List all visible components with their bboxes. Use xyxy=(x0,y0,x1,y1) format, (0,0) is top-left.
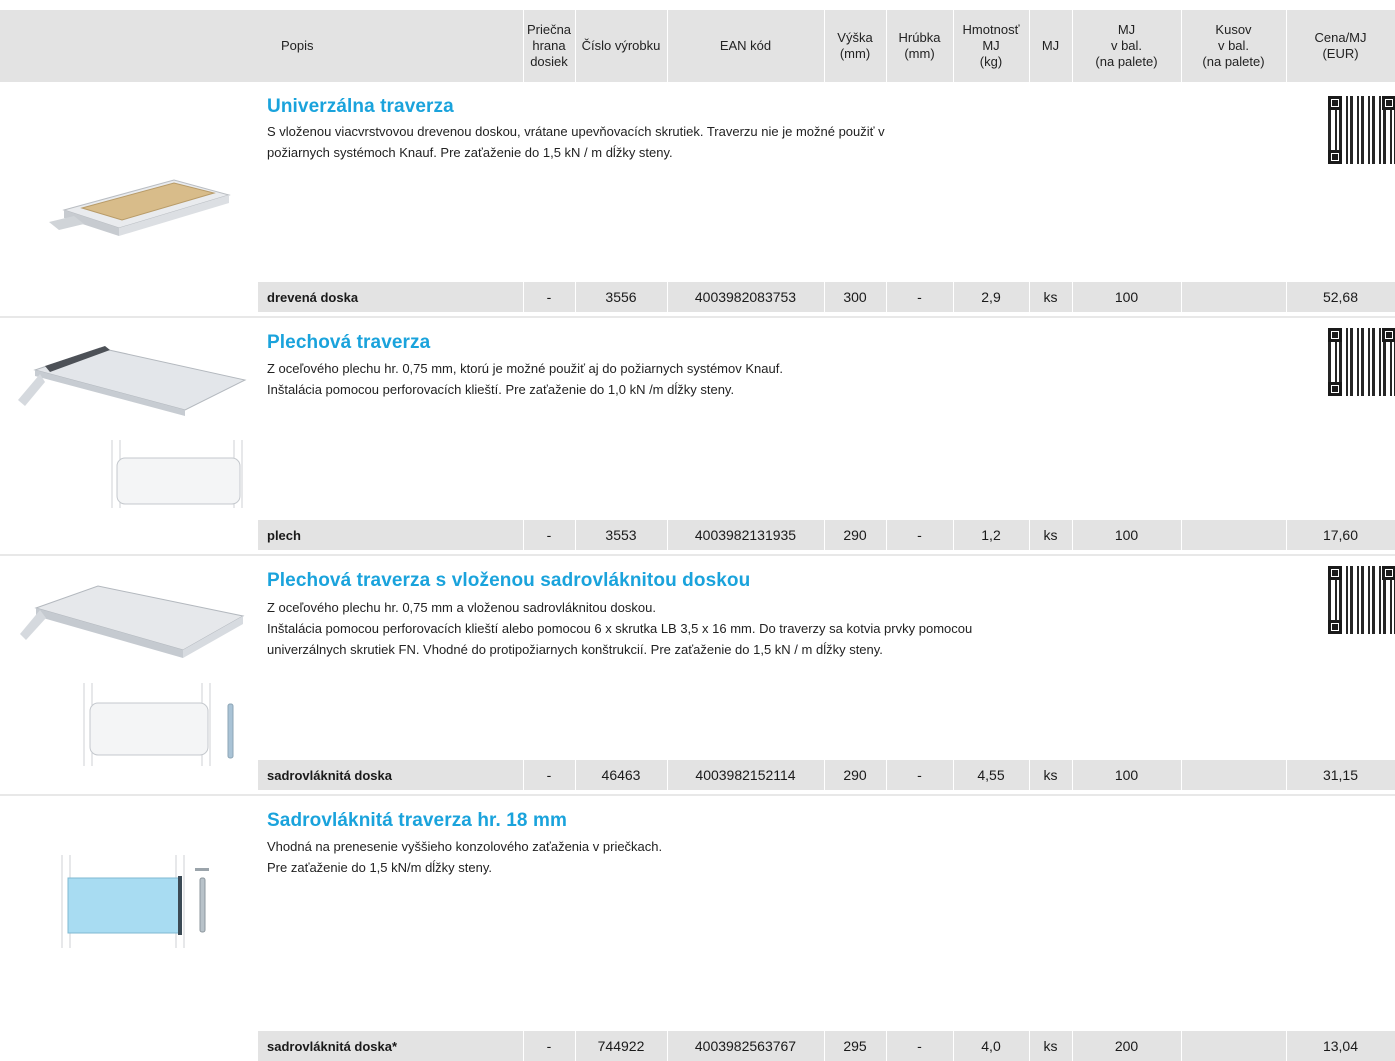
cell-mj: ks xyxy=(1043,527,1058,543)
table-header: Popis Priečna hrana dosiek Číslo výrobku… xyxy=(0,10,1395,82)
cell-ean: 4003982131935 xyxy=(694,527,797,543)
cell-kusov-v-bal xyxy=(1181,520,1286,550)
cell-vyska: 295 xyxy=(843,1038,867,1054)
product-description: Vhodná na prenesenie vyššieho konzolovéh… xyxy=(267,836,1147,878)
cell-ean: 4003982563767 xyxy=(694,1038,797,1054)
cell-mj: ks xyxy=(1043,767,1058,783)
cell-cislo-vyrobku: 46463 xyxy=(601,767,641,783)
cell-mj-v-bal: 200 xyxy=(1114,1038,1139,1054)
product-title: Sadrovláknitá traverza hr. 18 mm xyxy=(267,810,567,831)
header-cena: Cena/MJ (EUR) xyxy=(1314,30,1367,61)
cell-cislo-vyrobku: 3553 xyxy=(605,527,637,543)
cell-hrubka: - xyxy=(917,289,922,305)
cell-popis: drevená doska xyxy=(267,289,359,305)
header-mj: MJ xyxy=(1041,38,1060,53)
table-row: sadrovláknitá doska* - 744922 4003982563… xyxy=(258,1031,1395,1061)
header-popis: Popis xyxy=(281,38,314,53)
product-image-sheet-traverse-gypsum xyxy=(18,568,248,768)
cell-cena: 17,60 xyxy=(1322,527,1359,543)
description-line: Inštalácia pomocou perforovacích klieští… xyxy=(267,621,973,636)
cell-cena: 13,04 xyxy=(1322,1038,1359,1054)
table-row: plech - 3553 4003982131935 290 - 1,2 ks … xyxy=(258,520,1395,550)
description-line: Vhodná na prenesenie vyššieho konzolovéh… xyxy=(267,839,663,854)
cell-kusov-v-bal xyxy=(1181,282,1286,312)
cell-popis: sadrovláknitá doska* xyxy=(267,1038,398,1054)
section-divider xyxy=(0,554,1395,556)
section-divider xyxy=(0,316,1395,318)
product-description: Z oceľového plechu hr. 0,75 mm, ktorú je… xyxy=(267,358,1147,400)
cell-hmotnost: 2,9 xyxy=(981,289,1001,305)
cell-priecna-hrana: - xyxy=(546,767,552,783)
product-title: Plechová traverza s vloženou sadrovlákni… xyxy=(267,570,751,591)
header-hmotnost: Hmotnosť MJ (kg) xyxy=(962,22,1020,69)
header-ean: EAN kód xyxy=(719,38,772,53)
description-line: Z oceľového plechu hr. 0,75 mm a vloženo… xyxy=(267,600,656,615)
qr-code[interactable] xyxy=(1328,96,1395,164)
description-line: Pre zaťaženie do 1,5 kN/m dĺžky steny. xyxy=(267,860,493,875)
description-line: S vloženou viacvrstvovou drevenou doskou… xyxy=(267,124,885,139)
description-line: univerzálnych skrutiek FN. Vhodné do pro… xyxy=(267,642,883,657)
cell-hmotnost: 1,2 xyxy=(981,527,1001,543)
description-line: požiarnych systémoch Knauf. Pre zaťaženi… xyxy=(267,145,673,160)
cell-vyska: 290 xyxy=(843,767,867,783)
product-title: Plechová traverza xyxy=(267,332,431,353)
cell-mj: ks xyxy=(1043,1038,1058,1054)
product-image-universal-traverse xyxy=(44,150,234,260)
cell-cislo-vyrobku: 744922 xyxy=(597,1038,645,1054)
header-vyska: Výška (mm) xyxy=(837,30,873,61)
cell-ean: 4003982152114 xyxy=(695,767,796,783)
header-kusov-v-bal: Kusov v bal. (na palete) xyxy=(1202,22,1265,69)
section-divider xyxy=(0,794,1395,796)
product-title: Univerzálna traverza xyxy=(267,96,454,117)
cell-priecna-hrana: - xyxy=(546,527,552,543)
product-image-sheet-traverse xyxy=(10,330,250,510)
cell-popis: plech xyxy=(267,527,301,543)
qr-code[interactable] xyxy=(1328,566,1395,634)
cell-priecna-hrana: - xyxy=(546,289,552,305)
header-mj-v-bal: MJ v bal. (na palete) xyxy=(1095,22,1158,69)
description-line: Inštalácia pomocou perforovacích klieští… xyxy=(267,382,735,397)
cell-mj-v-bal: 100 xyxy=(1114,527,1139,543)
cell-hmotnost: 4,55 xyxy=(977,767,1005,783)
cell-mj-v-bal: 100 xyxy=(1114,767,1139,783)
cell-hrubka: - xyxy=(917,1038,922,1054)
header-priecna-hrana: Priečna hrana dosiek xyxy=(526,22,572,69)
cell-mj-v-bal: 100 xyxy=(1114,289,1139,305)
cell-popis: sadrovláknitá doska xyxy=(267,767,392,783)
header-cislo-vyrobku: Číslo výrobku xyxy=(581,38,661,53)
cell-kusov-v-bal xyxy=(1181,760,1286,790)
cell-hrubka: - xyxy=(917,767,922,783)
cell-ean: 4003982083753 xyxy=(694,289,797,305)
cell-cena: 52,68 xyxy=(1322,289,1359,305)
cell-priecna-hrana: - xyxy=(546,1038,552,1054)
cell-cena: 31,15 xyxy=(1322,767,1359,783)
header-hrubka: Hrúbka (mm) xyxy=(898,30,941,61)
cell-hrubka: - xyxy=(917,527,922,543)
table-row: sadrovláknitá doska - 46463 400398215211… xyxy=(258,760,1395,790)
product-description: Z oceľového plechu hr. 0,75 mm a vloženo… xyxy=(267,597,1147,660)
product-description: S vloženou viacvrstvovou drevenou doskou… xyxy=(267,121,1147,163)
table-row: drevená doska - 3556 4003982083753 300 -… xyxy=(258,282,1395,312)
cell-vyska: 290 xyxy=(843,527,867,543)
cell-kusov-v-bal xyxy=(1181,1031,1286,1061)
qr-code[interactable] xyxy=(1328,328,1395,396)
cell-vyska: 300 xyxy=(843,289,867,305)
cell-cislo-vyrobku: 3556 xyxy=(605,289,637,305)
cell-mj: ks xyxy=(1043,289,1058,305)
description-line: Z oceľového plechu hr. 0,75 mm, ktorú je… xyxy=(267,361,783,376)
cell-hmotnost: 4,0 xyxy=(981,1038,1001,1054)
product-image-gypsum-traverse xyxy=(54,850,224,950)
